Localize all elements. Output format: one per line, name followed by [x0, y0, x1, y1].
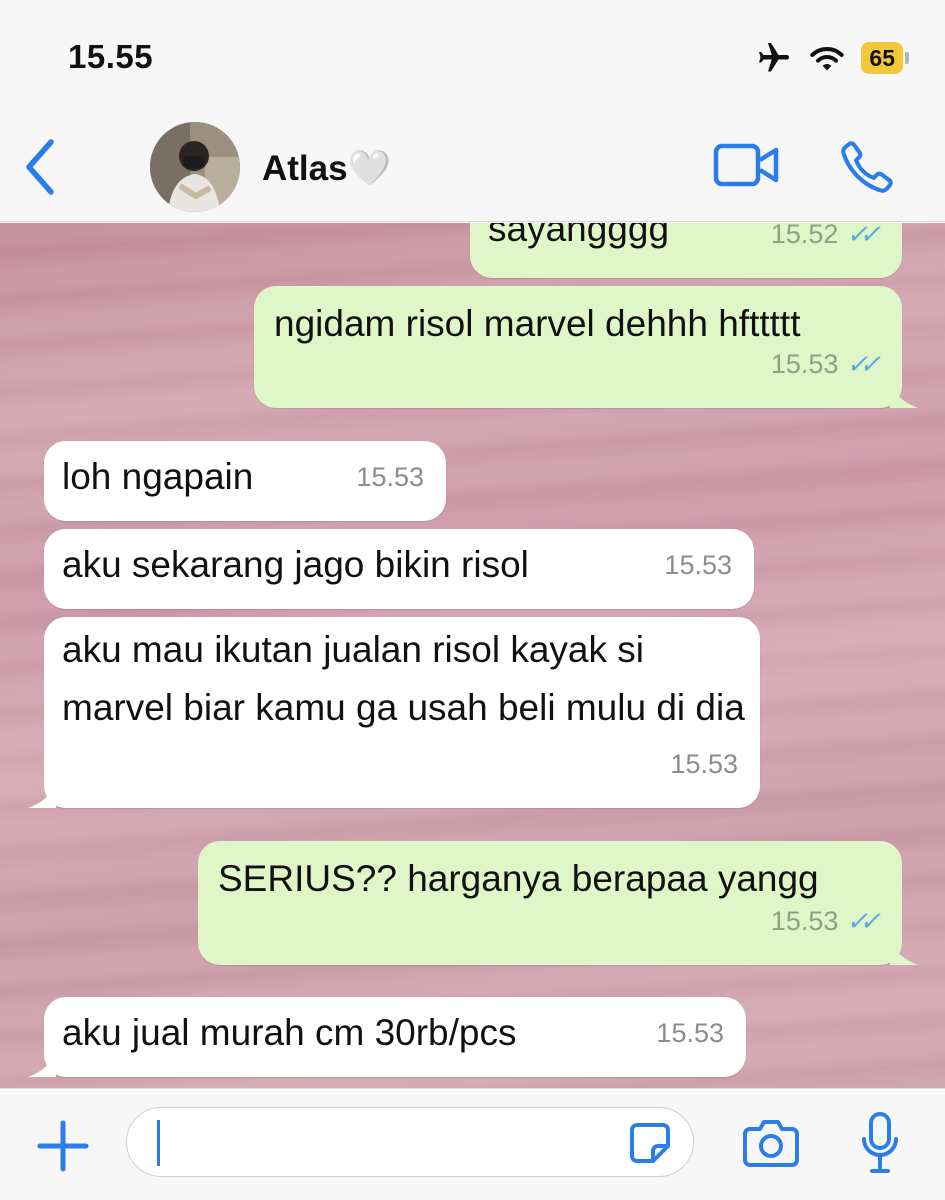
- message-text: aku mau ikutan jualan risol kayak si mar…: [62, 629, 745, 728]
- bubble-tail: [890, 382, 918, 408]
- message-text: aku sekarang jago bikin risol: [62, 544, 529, 585]
- message-time: 15.53: [664, 550, 732, 580]
- message-time: 15.53: [770, 906, 839, 936]
- sticker-icon: [630, 1123, 670, 1163]
- message-text: SERIUS?? harganya berapaa yangg: [218, 858, 819, 899]
- back-chevron-icon: [26, 139, 54, 195]
- bubble-tail: [28, 1051, 56, 1077]
- message-input[interactable]: [126, 1107, 694, 1177]
- message-text: loh ngapain: [62, 456, 254, 497]
- sticker-button[interactable]: [629, 1122, 671, 1164]
- bubble-tail: [890, 939, 918, 965]
- attach-button[interactable]: [36, 1119, 90, 1173]
- message-meta: 15.53 ✓✓: [770, 891, 881, 951]
- contact-name[interactable]: Atlas🤍: [262, 148, 391, 189]
- video-call-icon: [713, 143, 779, 187]
- message-bubble-incoming[interactable]: aku sekarang jago bikin risol 15.53: [44, 529, 754, 609]
- wifi-icon: [810, 47, 845, 71]
- camera-button[interactable]: [742, 1117, 800, 1169]
- video-call-button[interactable]: [712, 140, 782, 190]
- microphone-button[interactable]: [860, 1111, 900, 1175]
- chat-area[interactable]: sayangggg 15.52 ✓✓ ngidam risol marvel d…: [0, 223, 945, 1088]
- message-meta: 15.53: [356, 447, 424, 507]
- message-text: ngidam risol marvel dehhh hfttttt: [274, 303, 801, 344]
- message-meta: 15.52 ✓✓: [770, 223, 881, 264]
- read-receipt-icon: ✓✓: [846, 349, 880, 379]
- message-time: 15.53: [770, 349, 839, 379]
- message-bubble-incoming[interactable]: aku mau ikutan jualan risol kayak si mar…: [28, 617, 760, 808]
- read-receipt-icon: ✓✓: [846, 906, 880, 936]
- camera-icon: [743, 1120, 799, 1167]
- text-caret: [157, 1120, 160, 1166]
- message-time: 15.53: [356, 462, 424, 492]
- phone-icon: [841, 141, 893, 193]
- airplane-icon: [759, 43, 790, 72]
- status-icons: 65: [755, 40, 909, 76]
- message-text: aku jual murah cm 30rb/pcs: [62, 1012, 517, 1053]
- message-bubble-outgoing[interactable]: ngidam risol marvel dehhh hfttttt 15.53 …: [254, 286, 918, 408]
- message-time: 15.53: [656, 1018, 724, 1048]
- top-bar: 15.55 65 Atlas🤍: [0, 0, 945, 222]
- status-time: 15.55: [68, 38, 154, 75]
- message-bubble-incoming[interactable]: loh ngapain 15.53: [44, 441, 446, 521]
- back-button[interactable]: [18, 135, 62, 199]
- message-meta: 15.53: [670, 734, 738, 794]
- avatar-photo: [150, 122, 240, 212]
- message-bubble-incoming[interactable]: aku jual murah cm 30rb/pcs 15.53: [28, 997, 746, 1077]
- battery-level: 65: [861, 42, 903, 74]
- read-receipt-icon: ✓✓: [846, 223, 880, 249]
- message-meta: 15.53 ✓✓: [770, 334, 881, 394]
- message-time: 15.52: [770, 223, 839, 249]
- microphone-icon: [862, 1112, 898, 1173]
- message-bubble-outgoing[interactable]: sayangggg 15.52 ✓✓: [470, 223, 902, 278]
- plus-icon: [37, 1120, 89, 1172]
- voice-call-button[interactable]: [838, 138, 896, 196]
- battery-tip: [905, 52, 909, 64]
- composer-bar: [0, 1088, 945, 1200]
- contact-avatar[interactable]: [150, 122, 240, 212]
- message-text: sayangggg: [488, 223, 670, 249]
- battery-indicator: 65: [861, 42, 909, 74]
- message-meta: 15.53: [664, 535, 732, 595]
- message-meta: 15.53: [656, 1003, 724, 1063]
- message-time: 15.53: [670, 749, 738, 779]
- message-bubble-outgoing[interactable]: SERIUS?? harganya berapaa yangg 15.53 ✓✓: [198, 841, 918, 965]
- bubble-tail: [28, 782, 56, 808]
